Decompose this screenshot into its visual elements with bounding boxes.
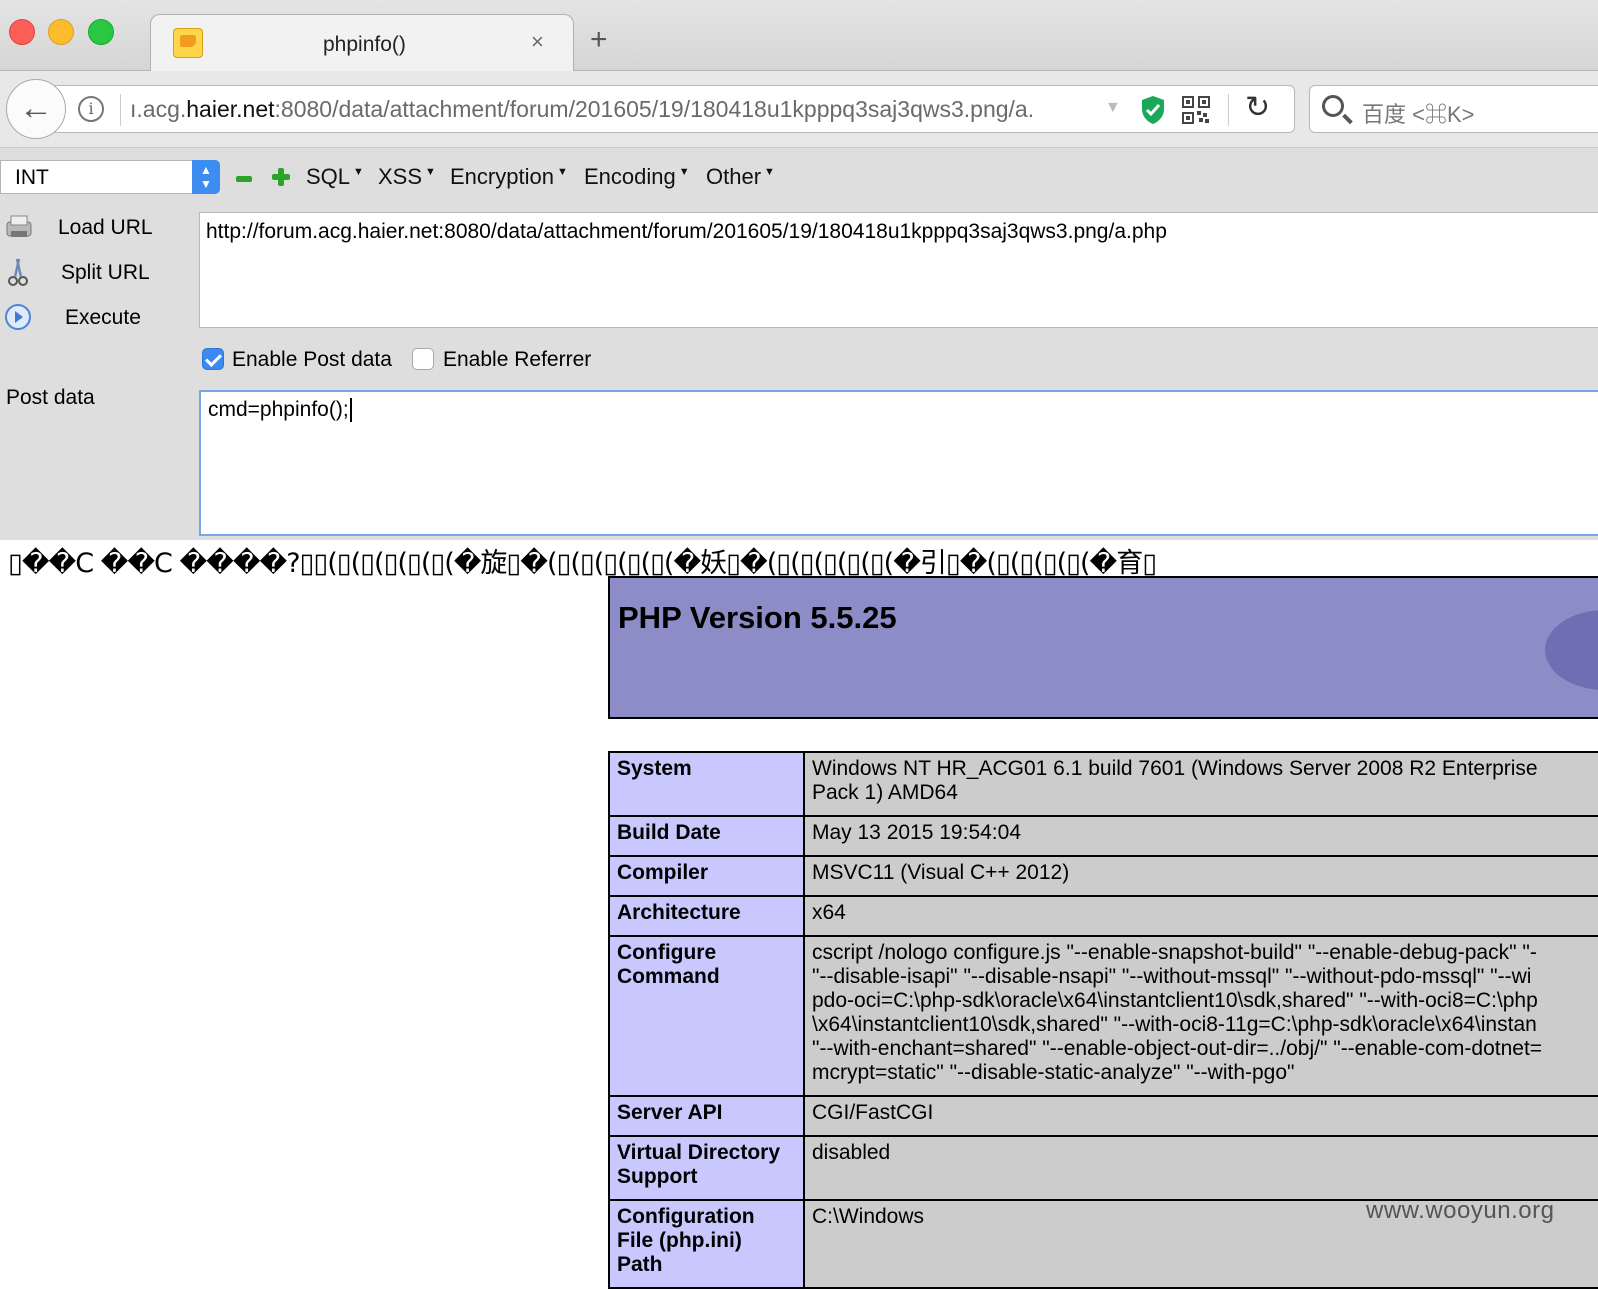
scissors-icon <box>8 258 28 286</box>
post-data-value: cmd=phpinfo(); <box>208 398 349 421</box>
enable-referrer-checkbox[interactable] <box>412 348 434 370</box>
php-logo-icon <box>1545 610 1598 690</box>
divider <box>120 94 121 126</box>
url-dropdown-icon[interactable]: ▼ <box>1105 99 1121 117</box>
minus-button[interactable] <box>236 176 252 182</box>
row-value: MSVC11 (Visual C++ 2012) <box>803 855 1598 897</box>
hackbar-panel: INT ▲ ▼ SQL ▼ XSS ▼ Encryption ▼ Encoding ▼ O… <box>0 148 1598 540</box>
table-row: Configure Command cscript /nologo configu… <box>608 935 1598 1097</box>
navigation-bar: i ı.acg.haier.net:8080/data/attachment/f… <box>0 71 1598 148</box>
row-value: CGI/FastCGI <box>803 1095 1598 1137</box>
row-value: May 13 2015 19:54:04 <box>803 815 1598 857</box>
zoom-window-button[interactable] <box>88 19 114 45</box>
row-value: Windows NT HR_ACG01 6.1 build 7601 (Wind… <box>803 751 1598 817</box>
load-url-button[interactable]: Load URL <box>0 210 180 250</box>
row-value: disabled <box>803 1135 1598 1201</box>
row-key: Virtual Directory Support <box>608 1135 805 1201</box>
php-version-header: PHP Version 5.5.25 <box>608 576 1598 719</box>
row-key: Architecture <box>608 895 805 937</box>
menu-xss[interactable]: XSS ▼ <box>378 164 436 190</box>
post-data-textarea[interactable]: cmd=phpinfo(); <box>199 390 1598 536</box>
divider <box>1228 94 1229 126</box>
address-bar[interactable]: i ı.acg.haier.net:8080/data/attachment/f… <box>50 85 1295 133</box>
search-placeholder: 百度 <⌘K> <box>1362 102 1475 127</box>
table-row: Server API CGI/FastCGI <box>608 1095 1598 1137</box>
type-select[interactable]: INT ▲ ▼ <box>0 160 220 194</box>
row-value: cscript /nologo configure.js "--enable-s… <box>803 935 1598 1097</box>
new-tab-icon[interactable]: + <box>590 25 608 55</box>
tab-phpinfo[interactable]: phpinfo() × <box>150 14 574 72</box>
url-prefix: ı.acg. <box>130 96 187 122</box>
tab-close-icon[interactable]: × <box>531 29 544 55</box>
url-host: haier.net <box>186 96 275 122</box>
enable-post-label[interactable]: Enable Post data <box>232 348 392 372</box>
search-input[interactable]: 百度 <⌘K> <box>1309 85 1598 133</box>
table-row: Compiler MSVC11 (Visual C++ 2012) <box>608 855 1598 897</box>
menu-encoding[interactable]: Encoding ▼ <box>584 164 690 190</box>
table-row: System Windows NT HR_ACG01 6.1 build 7601… <box>608 751 1598 817</box>
minimize-window-button[interactable] <box>48 19 74 45</box>
menu-sql[interactable]: SQL ▼ <box>306 164 364 190</box>
back-arrow-icon: ← <box>19 89 53 127</box>
table-row: Build Date May 13 2015 19:54:04 <box>608 815 1598 857</box>
row-key: Configuration File (php.ini) Path <box>608 1199 805 1289</box>
php-version-title: PHP Version 5.5.25 <box>618 600 897 635</box>
play-icon <box>5 304 31 330</box>
row-key: Build Date <box>608 815 805 857</box>
watermark: www.wooyun.org <box>1366 1197 1555 1224</box>
execute-button[interactable]: Execute <box>0 300 180 340</box>
post-data-label: Post data <box>6 386 95 409</box>
menu-other[interactable]: Other ▼ <box>706 164 775 190</box>
row-key: Compiler <box>608 855 805 897</box>
reload-icon[interactable]: ↻ <box>1245 90 1270 125</box>
plus-button[interactable] <box>272 168 290 186</box>
qr-code-icon[interactable] <box>1182 96 1210 124</box>
menu-encryption[interactable]: Encryption ▼ <box>450 164 568 190</box>
enable-referrer-label[interactable]: Enable Referrer <box>443 348 591 372</box>
favicon-icon <box>173 28 203 58</box>
back-button[interactable]: ← <box>6 79 66 139</box>
type-select-value: INT <box>15 166 49 189</box>
info-icon[interactable]: i <box>78 96 104 122</box>
row-key: System <box>608 751 805 817</box>
enable-post-checkbox[interactable] <box>202 348 224 370</box>
search-icon <box>1322 95 1344 117</box>
row-value: x64 <box>803 895 1598 937</box>
text-caret <box>349 398 352 423</box>
load-url-icon <box>6 215 32 237</box>
shield-icon[interactable] <box>1140 95 1166 125</box>
url-textarea[interactable]: http://forum.acg.haier.net:8080/data/att… <box>199 212 1598 328</box>
title-bar: phpinfo() × + <box>0 0 1598 72</box>
close-window-button[interactable] <box>9 19 35 45</box>
url-textarea-value: http://forum.acg.haier.net:8080/data/att… <box>206 220 1167 243</box>
tab-title: phpinfo() <box>323 33 406 56</box>
table-row: Virtual Directory Support disabled <box>608 1135 1598 1201</box>
row-key: Server API <box>608 1095 805 1137</box>
address-text[interactable]: ı.acg.haier.net:8080/data/attachment/for… <box>130 96 1110 123</box>
url-rest: :8080/data/attachment/forum/201605/19/18… <box>274 96 1035 122</box>
chevron-updown-icon: ▲ ▼ <box>192 160 220 194</box>
table-row: Architecture x64 <box>608 895 1598 937</box>
garbled-output: ▯��C ��C ����?▯▯(▯(▯(▯(▯(▯(�旋▯�(▯(▯(▯(▯(… <box>8 548 1157 579</box>
split-url-button[interactable]: Split URL <box>0 255 180 295</box>
row-key: Configure Command <box>608 935 805 1097</box>
